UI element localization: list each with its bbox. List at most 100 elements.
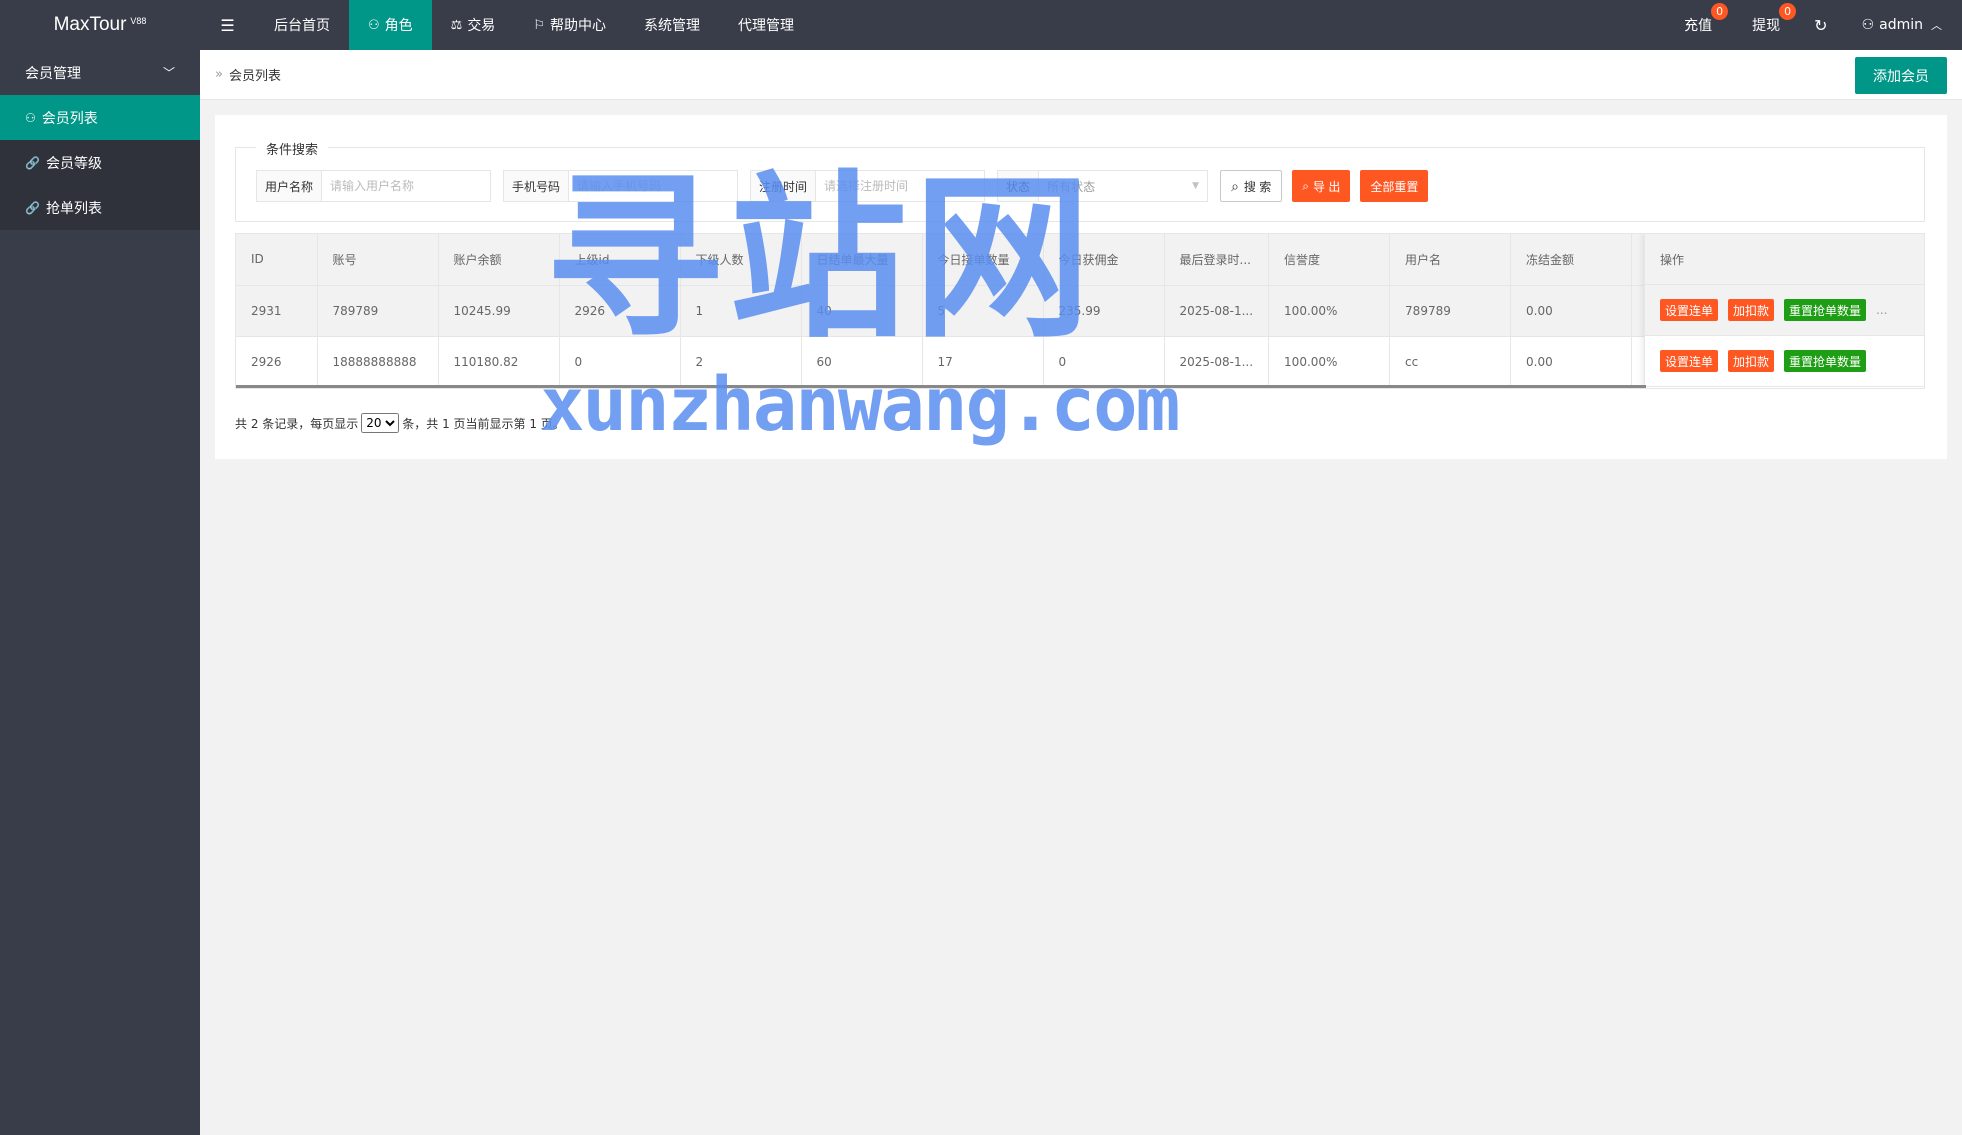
- column-header[interactable]: 用户名: [1389, 234, 1512, 286]
- cell-balance: 110180.82: [438, 336, 560, 388]
- status-filter: 状态 所有状态 ▼: [997, 170, 1209, 202]
- nav-role[interactable]: ⚇ 角色: [349, 0, 432, 50]
- cell-last-login: 2025-08-1...: [1164, 285, 1270, 337]
- username-input[interactable]: [321, 170, 492, 202]
- menu-toggle-icon[interactable]: ☰: [200, 0, 255, 50]
- column-header[interactable]: 今日接单数量: [922, 234, 1044, 286]
- chevron-down-icon: ﹀: [162, 66, 175, 80]
- right-nav: 充值 0 提现 0 ↻ ⚇ admin ︿: [1664, 0, 1962, 50]
- column-header[interactable]: 最后登录时...: [1164, 234, 1270, 286]
- refresh-icon[interactable]: ↻: [1800, 0, 1841, 50]
- user-icon: ⚇: [1861, 17, 1875, 33]
- column-header[interactable]: 上级id: [559, 234, 681, 286]
- search-filters: 用户名称 手机号码 注册时间 状态 所有状态 ▼: [256, 170, 1438, 202]
- reset-grab-count-button[interactable]: 重置抢单数量: [1784, 350, 1867, 372]
- recharge-badge: 0: [1711, 3, 1729, 20]
- member-list-card: 条件搜索 用户名称 手机号码 注册时间 状态 所有状态: [215, 115, 1947, 459]
- column-header[interactable]: 今日获佣金: [1043, 234, 1165, 286]
- nav-help[interactable]: ⚐ 帮助中心: [514, 0, 625, 50]
- pager-prefix: 共 2 条记录，每页显示: [235, 416, 359, 431]
- recharge-link[interactable]: 充值 0: [1664, 0, 1732, 50]
- recharge-label: 充值: [1684, 18, 1713, 34]
- admin-menu[interactable]: ⚇ admin ︿: [1842, 0, 1962, 50]
- sidebar-item-label: 抢单列表: [45, 200, 102, 217]
- top-nav: 后台首页 ⚇ 角色 ⚖ 交易 ⚐ 帮助中心 系统管理 代理管理: [255, 0, 813, 50]
- logo-text: MaxTour: [53, 14, 127, 35]
- column-header[interactable]: ID: [236, 234, 318, 286]
- export-button[interactable]: ⌕ 导 出: [1292, 170, 1351, 202]
- sidebar-item-label: 会员列表: [41, 110, 98, 127]
- cell-username: 789789: [1389, 285, 1512, 337]
- add-deduct-button[interactable]: 加扣款: [1728, 299, 1775, 321]
- sidebar-item-member-list[interactable]: ⚇ 会员列表: [0, 95, 200, 140]
- sidebar-group-members[interactable]: 会员管理 ﹀: [0, 50, 200, 95]
- top-header: MaxTour V88 ☰ 后台首页 ⚇ 角色 ⚖ 交易 ⚐ 帮助中心 系统管理 代理管…: [0, 0, 1962, 50]
- nav-system[interactable]: 系统管理: [625, 0, 719, 50]
- nav-trade-label: 交易: [467, 18, 496, 34]
- add-deduct-button[interactable]: 加扣款: [1728, 350, 1775, 372]
- column-header[interactable]: 信誉度: [1268, 234, 1391, 286]
- username-label: 用户名称: [256, 170, 322, 202]
- sidebar-item-member-level[interactable]: 🔗 会员等级: [0, 140, 200, 185]
- breadcrumb: » 会员列表 添加会员: [200, 50, 1962, 100]
- reset-grab-count-button[interactable]: 重置抢单数量: [1784, 299, 1867, 321]
- phone-input[interactable]: [568, 170, 739, 202]
- cell-id: 2931: [236, 285, 318, 337]
- cell-today-commission: 0: [1043, 336, 1165, 388]
- pagination: 共 2 条记录，每页显示 20 条，共 1 页当前显示第 1 页。: [235, 413, 565, 433]
- nav-help-label: 帮助中心: [549, 18, 606, 34]
- nav-trade[interactable]: ⚖ 交易: [432, 0, 515, 50]
- nav-home-label: 后台首页: [274, 18, 330, 34]
- withdraw-link[interactable]: 提现 0: [1732, 0, 1800, 50]
- horizontal-scrollbar[interactable]: [236, 385, 1646, 388]
- cell-balance: 10245.99: [438, 285, 560, 337]
- status-select[interactable]: 所有状态 ▼: [1038, 170, 1209, 202]
- search-button-label: 搜 索: [1243, 179, 1272, 194]
- username-filter: 用户名称: [256, 170, 492, 202]
- column-header[interactable]: 日结单最大量: [801, 234, 923, 286]
- column-header[interactable]: 账号: [317, 234, 439, 286]
- more-icon[interactable]: ...: [1876, 303, 1887, 317]
- column-header: 操作: [1645, 234, 1924, 285]
- column-header[interactable]: 冻结金额: [1510, 234, 1633, 286]
- column-header[interactable]: 账户余额: [438, 234, 560, 286]
- column-header[interactable]: 下级人数: [680, 234, 802, 286]
- cell-daily-max: 40: [801, 285, 923, 337]
- regtime-input[interactable]: [815, 170, 986, 202]
- table-row[interactable]: 2926 18888888888 110180.82 0 2 60 17 0 2…: [236, 336, 1754, 388]
- export-button-label: 导 出: [1312, 179, 1341, 194]
- sidebar-item-label: 会员等级: [45, 155, 102, 172]
- cell-account: 18888888888: [317, 336, 439, 388]
- cell-username: cc: [1389, 336, 1512, 388]
- set-chain-order-button[interactable]: 设置连单: [1660, 350, 1719, 372]
- search-fieldset: 条件搜索 用户名称 手机号码 注册时间 状态 所有状态: [235, 139, 1925, 222]
- set-chain-order-button[interactable]: 设置连单: [1660, 299, 1719, 321]
- cell-today-orders: 17: [922, 336, 1044, 388]
- cell-credit: 100.00%: [1268, 336, 1391, 388]
- cell-credit: 100.00%: [1268, 285, 1391, 337]
- phone-label: 手机号码: [503, 170, 569, 202]
- link-icon: 🔗: [25, 200, 40, 215]
- reset-button[interactable]: 全部重置: [1360, 170, 1429, 202]
- status-value: 所有状态: [1047, 179, 1096, 194]
- table-row[interactable]: 2931 789789 10245.99 2926 1 40 5 235.99 …: [236, 285, 1754, 337]
- add-member-button[interactable]: 添加会员: [1855, 57, 1947, 94]
- nav-home[interactable]: 后台首页: [255, 0, 349, 50]
- regtime-label: 注册时间: [750, 170, 816, 202]
- nav-agent[interactable]: 代理管理: [719, 0, 813, 50]
- user-icon: ⚇: [25, 110, 36, 125]
- operations-column: 操作 设置连单 加扣款 重置抢单数量 ... 设置连单 加扣款 重置抢单数量: [1644, 234, 1924, 388]
- cell-today-orders: 5: [922, 285, 1044, 337]
- search-legend: 条件搜索: [256, 139, 329, 158]
- withdraw-badge: 0: [1779, 3, 1797, 20]
- page-size-select[interactable]: 20: [361, 413, 400, 433]
- cell-daily-max: 60: [801, 336, 923, 388]
- nav-role-label: 角色: [384, 18, 413, 34]
- app-logo[interactable]: MaxTour V88: [0, 0, 200, 50]
- flag-icon: ⚐: [533, 17, 545, 33]
- sidebar-item-grab-list[interactable]: 🔗 抢单列表: [0, 185, 200, 230]
- cell-sub-count: 2: [680, 336, 802, 388]
- user-icon: ⚇: [368, 17, 380, 33]
- cell-parent-id: 2926: [559, 285, 681, 337]
- search-button[interactable]: ⌕ 搜 索: [1220, 170, 1283, 202]
